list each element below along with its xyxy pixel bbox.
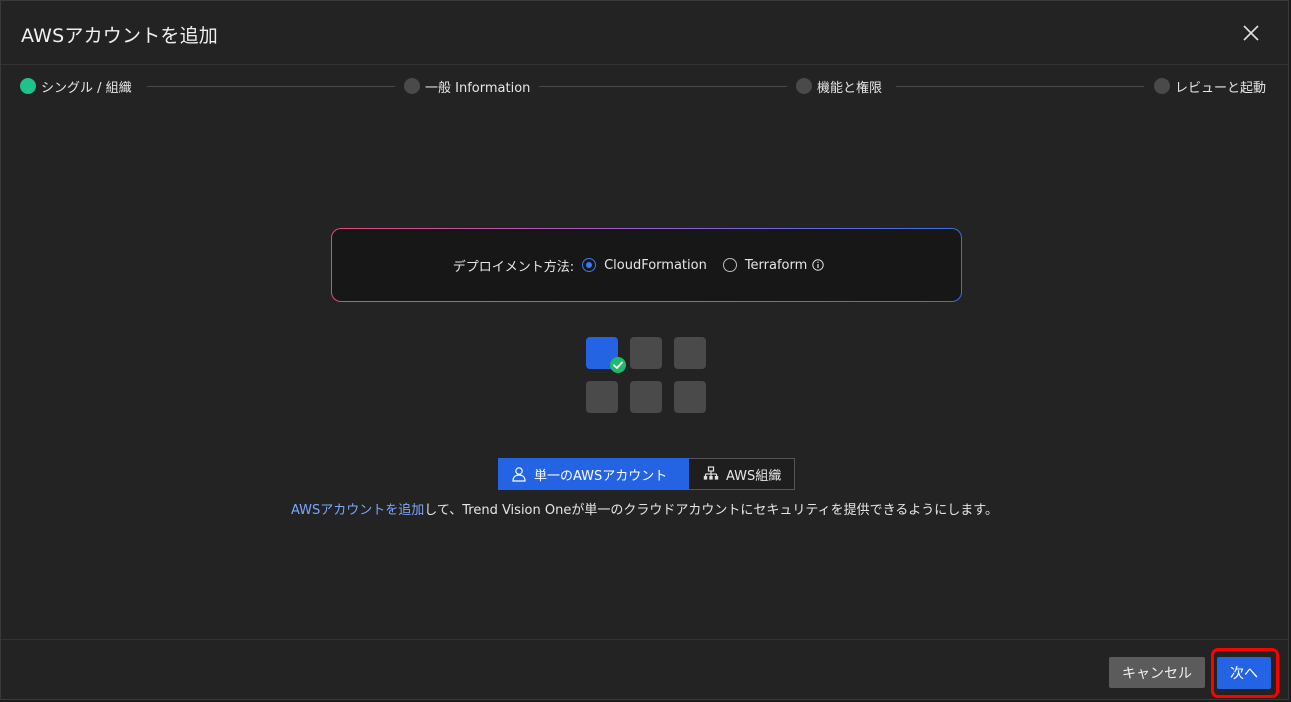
account-tile (674, 381, 706, 413)
wizard-stepper: シングル / 組織 一般 Information 機能と権限 レビューと起動 (20, 76, 1274, 96)
check-badge-icon (610, 357, 626, 373)
step-label: 機能と権限 (817, 80, 883, 96)
radio-label: Terraform (744, 257, 808, 273)
description-rest: して、Trend Vision Oneが単一のクラウドアカウントにセキュリティを… (424, 503, 999, 518)
user-icon (512, 467, 526, 482)
step-connector (539, 86, 787, 87)
step-label: シングル / 組織 (41, 80, 132, 96)
single-aws-account-button[interactable]: 単一のAWSアカウント (498, 458, 689, 490)
account-type-toggle: 単一のAWSアカウント AWS組織 (498, 458, 795, 490)
add-aws-account-dialog: AWSアカウントを追加 シングル / 組織 一般 Information 機能と… (0, 0, 1289, 700)
next-button[interactable]: 次へ (1217, 657, 1271, 689)
aws-organization-button[interactable]: AWS組織 (689, 458, 795, 490)
step-dot-icon (1154, 78, 1170, 94)
step-single-org: シングル / 組織 (20, 76, 132, 96)
step-connector (147, 86, 395, 87)
deployment-method-panel: デプロイメント方法: CloudFormation Terraform (331, 228, 962, 302)
account-tile (586, 381, 618, 413)
description-text: AWSアカウントを追加して、Trend Vision Oneが単一のクラウドアカ… (1, 499, 1288, 518)
close-button[interactable] (1240, 22, 1262, 44)
step-general-info: 一般 Information (404, 76, 530, 96)
single-aws-account-label: 単一のAWSアカウント (534, 468, 668, 484)
radio-terraform[interactable]: Terraform (722, 257, 824, 273)
single-account-illustration (586, 337, 706, 413)
step-dot-icon (404, 78, 420, 94)
cancel-button[interactable]: キャンセル (1109, 657, 1205, 688)
dialog-footer: キャンセル 次へ (1, 639, 1288, 701)
step-review-launch: レビューと起動 (1154, 76, 1266, 96)
step-dot-icon (796, 78, 812, 94)
account-tile (674, 337, 706, 369)
radio-cloudformation[interactable]: CloudFormation (582, 258, 707, 273)
account-tile (630, 337, 662, 369)
radio-checked-icon (582, 258, 597, 272)
radio-label: CloudFormation (604, 257, 707, 273)
dialog-header: AWSアカウントを追加 (1, 1, 1288, 65)
account-tile (630, 381, 662, 413)
add-aws-account-link[interactable]: AWSアカウントを追加 (291, 503, 424, 518)
radio-unchecked-icon (722, 258, 737, 272)
close-icon (1243, 25, 1259, 41)
step-dot-icon (20, 78, 36, 94)
info-icon[interactable] (812, 259, 824, 271)
deployment-method-label: デプロイメント方法: (452, 259, 575, 275)
step-connector (896, 86, 1144, 87)
step-label: 一般 Information (425, 80, 531, 96)
org-tree-icon (703, 466, 719, 480)
step-features-permissions: 機能と権限 (796, 76, 882, 96)
dialog-title: AWSアカウントを追加 (21, 25, 219, 47)
step-label: レビューと起動 (1175, 80, 1267, 96)
aws-organization-label: AWS組織 (726, 468, 782, 484)
